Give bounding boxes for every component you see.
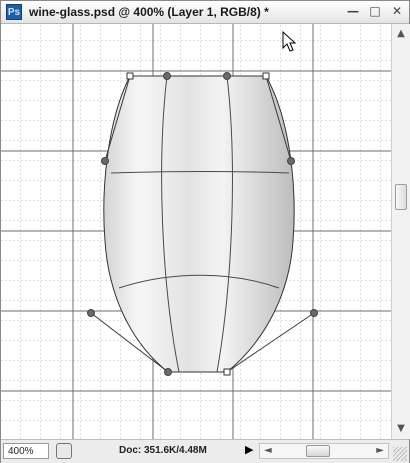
document-title: wine-glass.psd @ 400% (Layer 1, RGB/8) * [29, 5, 269, 19]
scroll-left-icon[interactable]: ◄ [264, 445, 272, 456]
anchor-top-left[interactable] [126, 72, 134, 80]
vertical-scrollbar[interactable]: ▲ ▼ [391, 24, 410, 439]
scroll-down-icon[interactable]: ▼ [393, 421, 409, 437]
horizontal-scrollbar[interactable]: ◄ ► [259, 443, 389, 459]
canvas-svg [1, 24, 391, 439]
resize-grip-icon[interactable] [393, 447, 407, 461]
minimize-button[interactable]: — [345, 4, 361, 20]
handle-top-mid-right[interactable] [223, 72, 231, 80]
handle-base-left[interactable] [164, 368, 172, 376]
status-arrow-icon[interactable]: ▶ [245, 443, 253, 456]
scroll-up-icon[interactable]: ▲ [393, 26, 409, 42]
handle-bottom-right[interactable] [310, 309, 318, 317]
wine-glass-shape[interactable] [103, 75, 295, 373]
document-canvas[interactable] [1, 24, 391, 439]
maximize-button[interactable]: □ [367, 4, 383, 20]
title-bar[interactable]: Ps wine-glass.psd @ 400% (Layer 1, RGB/8… [1, 1, 409, 24]
document-info: Doc: 351.6K/4.48M [119, 445, 207, 456]
handle-bottom-left[interactable] [87, 309, 95, 317]
status-menu-icon[interactable] [56, 443, 72, 459]
handle-top-left[interactable] [101, 157, 109, 165]
photoshop-icon: Ps [6, 4, 22, 20]
anchor-bottom-right[interactable] [223, 368, 231, 376]
document-window: Ps wine-glass.psd @ 400% (Layer 1, RGB/8… [0, 0, 410, 463]
scroll-right-icon[interactable]: ► [376, 445, 384, 456]
vertical-scroll-thumb[interactable] [395, 184, 407, 210]
handle-top-mid-left[interactable] [163, 72, 171, 80]
zoom-level-field[interactable]: 400% [3, 443, 49, 459]
handle-top-right[interactable] [287, 157, 295, 165]
status-bar: 400% Doc: 351.6K/4.48M ▶ ◄ ► [1, 439, 409, 463]
close-button[interactable]: ✕ [389, 4, 405, 20]
anchor-top-right[interactable] [262, 72, 270, 80]
horizontal-scroll-thumb[interactable] [306, 445, 330, 457]
